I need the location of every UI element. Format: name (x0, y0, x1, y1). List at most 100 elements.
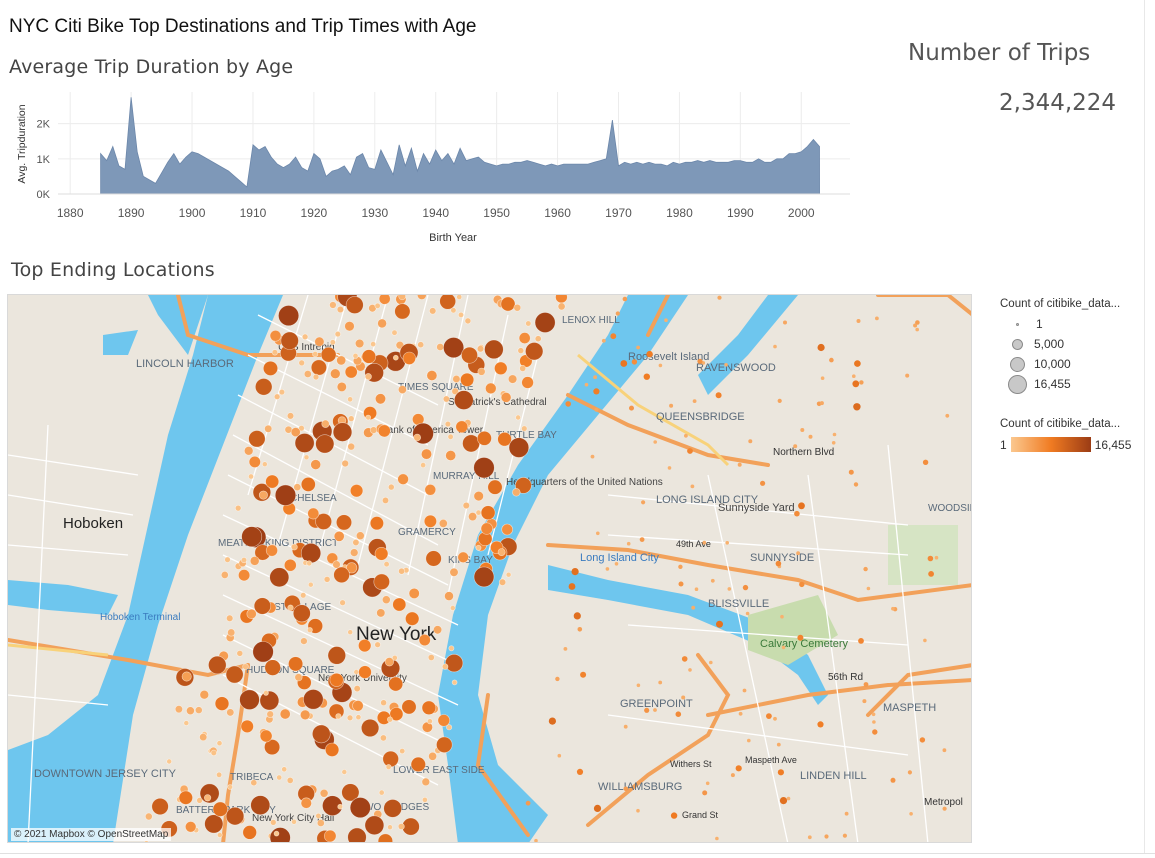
station-marker[interactable] (548, 717, 557, 725)
station-marker[interactable] (398, 295, 406, 301)
station-marker[interactable] (456, 295, 463, 300)
station-marker[interactable] (854, 360, 861, 367)
station-marker[interactable] (216, 740, 223, 747)
station-marker[interactable] (287, 604, 294, 611)
station-marker[interactable] (380, 699, 387, 707)
station-marker[interactable] (321, 419, 330, 428)
station-marker[interactable] (259, 729, 273, 743)
station-marker[interactable] (452, 375, 461, 384)
station-marker[interactable] (429, 307, 437, 315)
station-marker[interactable] (327, 646, 346, 665)
station-marker[interactable] (344, 321, 355, 332)
station-marker[interactable] (505, 571, 512, 578)
station-marker[interactable] (928, 571, 934, 577)
station-marker[interactable] (413, 433, 422, 442)
station-marker[interactable] (934, 555, 939, 560)
station-marker[interactable] (438, 518, 448, 528)
station-marker[interactable] (610, 333, 617, 340)
station-marker[interactable] (227, 784, 233, 790)
station-marker[interactable] (690, 484, 695, 489)
station-marker[interactable] (178, 790, 193, 805)
station-marker[interactable] (623, 724, 628, 729)
station-marker[interactable] (477, 367, 486, 376)
station-marker[interactable] (300, 797, 312, 809)
station-marker[interactable] (264, 424, 273, 433)
station-marker[interactable] (629, 405, 634, 411)
station-marker[interactable] (364, 815, 385, 836)
station-marker[interactable] (715, 836, 719, 841)
station-marker[interactable] (644, 707, 650, 713)
station-marker[interactable] (444, 421, 452, 428)
station-marker[interactable] (210, 749, 217, 757)
station-marker[interactable] (204, 794, 212, 802)
station-marker[interactable] (909, 812, 913, 816)
station-marker[interactable] (377, 424, 391, 438)
station-marker[interactable] (664, 318, 668, 322)
station-marker[interactable] (278, 305, 300, 327)
station-marker[interactable] (513, 303, 522, 312)
station-marker[interactable] (594, 407, 599, 412)
station-marker[interactable] (315, 812, 322, 819)
station-marker[interactable] (675, 711, 682, 717)
station-marker[interactable] (216, 771, 223, 778)
station-marker[interactable] (485, 382, 497, 395)
station-marker[interactable] (341, 769, 348, 775)
station-marker[interactable] (225, 806, 245, 826)
station-marker[interactable] (646, 350, 653, 358)
station-marker[interactable] (420, 462, 426, 468)
station-marker[interactable] (577, 627, 583, 632)
station-marker[interactable] (151, 797, 169, 816)
station-marker[interactable] (300, 709, 311, 721)
station-marker[interactable] (300, 543, 322, 564)
station-marker[interactable] (460, 372, 475, 387)
station-marker[interactable] (436, 343, 445, 351)
station-marker[interactable] (521, 376, 534, 389)
station-marker[interactable] (241, 526, 263, 548)
station-marker[interactable] (374, 393, 386, 405)
station-marker[interactable] (730, 773, 735, 778)
station-marker[interactable] (451, 679, 458, 686)
station-marker[interactable] (315, 434, 335, 454)
station-marker[interactable] (780, 614, 784, 619)
station-marker[interactable] (724, 363, 728, 367)
station-marker[interactable] (248, 473, 254, 480)
station-marker[interactable] (497, 548, 506, 556)
station-marker[interactable] (212, 801, 228, 817)
station-marker[interactable] (776, 742, 781, 747)
station-marker[interactable] (324, 829, 337, 842)
station-marker[interactable] (737, 462, 742, 467)
station-marker[interactable] (408, 587, 420, 599)
station-marker[interactable] (355, 531, 365, 540)
station-marker[interactable] (518, 332, 531, 344)
station-marker[interactable] (236, 650, 244, 657)
station-marker[interactable] (392, 354, 399, 361)
station-marker[interactable] (742, 688, 747, 693)
station-marker[interactable] (255, 378, 273, 396)
station-marker[interactable] (374, 546, 389, 561)
station-marker[interactable] (817, 343, 825, 352)
station-marker[interactable] (225, 665, 244, 684)
station-marker[interactable] (261, 461, 268, 467)
station-marker[interactable] (775, 560, 782, 567)
station-marker[interactable] (678, 564, 683, 569)
station-marker[interactable] (391, 329, 398, 336)
station-marker[interactable] (335, 514, 352, 531)
station-marker[interactable] (445, 654, 464, 673)
station-marker[interactable] (832, 432, 837, 437)
station-marker[interactable] (397, 823, 405, 830)
station-marker[interactable] (312, 373, 320, 381)
station-marker[interactable] (709, 660, 713, 665)
station-marker[interactable] (332, 422, 353, 442)
station-marker[interactable] (310, 359, 327, 376)
station-marker[interactable] (310, 459, 322, 470)
station-marker[interactable] (848, 469, 854, 475)
station-marker[interactable] (220, 570, 229, 579)
station-marker[interactable] (330, 368, 341, 379)
station-marker[interactable] (350, 484, 364, 498)
station-marker[interactable] (399, 748, 406, 755)
station-marker[interactable] (658, 680, 663, 685)
station-marker[interactable] (226, 708, 235, 717)
map-canvas[interactable]: Hoboken New York LINCOLN HARBOR Roosevel… (8, 295, 972, 843)
station-marker[interactable] (239, 689, 260, 710)
station-marker[interactable] (349, 797, 371, 819)
